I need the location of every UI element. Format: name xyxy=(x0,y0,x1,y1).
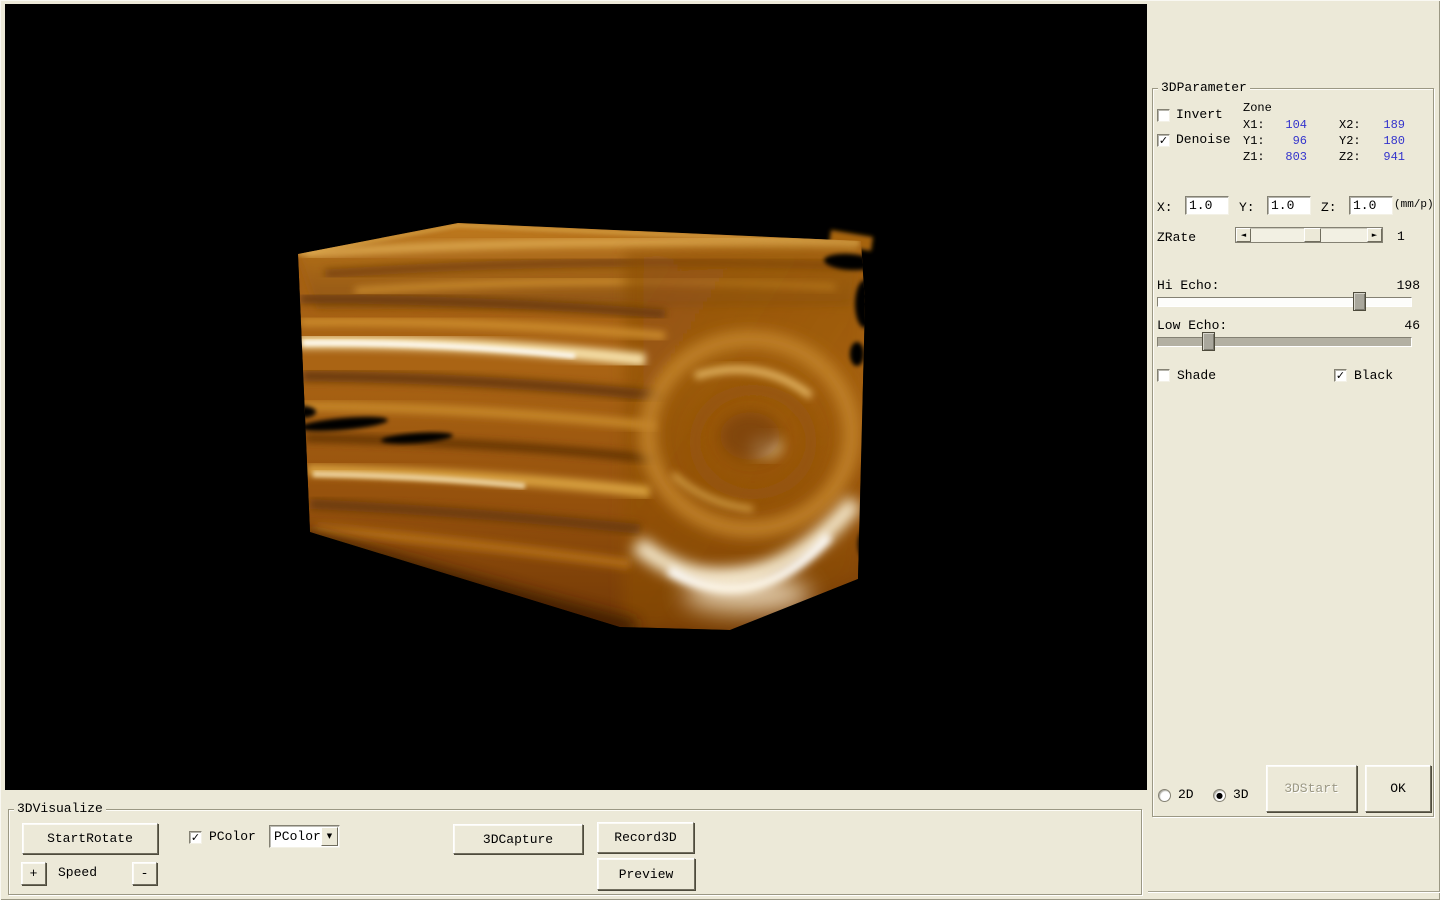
scroll-left-button[interactable]: ◄ xyxy=(1236,228,1251,242)
visualize-groupbox: 3DVisualize StartRotate + Speed - ✓ PCol… xyxy=(8,809,1142,895)
speed-minus-button[interactable]: - xyxy=(132,862,157,885)
render-viewport[interactable] xyxy=(5,4,1147,790)
zone-z1-label: Z1: xyxy=(1243,150,1265,164)
zrate-value: 1 xyxy=(1397,230,1405,244)
zone-x2-label: X2: xyxy=(1339,118,1361,132)
parameter-groupbox-title: 3DParameter xyxy=(1158,80,1250,95)
dropdown-arrow-button[interactable]: ▼ xyxy=(321,827,338,846)
panel-bottom-divider xyxy=(1148,891,1440,893)
hi-echo-slider-thumb[interactable] xyxy=(1353,292,1366,311)
hi-echo-slider-track[interactable] xyxy=(1157,297,1412,307)
zone-y2-label: Y2: xyxy=(1339,134,1361,148)
mode-2d-radio[interactable] xyxy=(1158,789,1171,802)
scroll-left-icon: ◄ xyxy=(1241,232,1246,239)
zrate-label: ZRate xyxy=(1157,231,1196,245)
z-scale-input[interactable] xyxy=(1349,196,1393,215)
radio-dot-icon: ● xyxy=(1216,792,1223,800)
z-scale-label: Z: xyxy=(1321,201,1337,215)
scroll-right-button[interactable]: ► xyxy=(1367,228,1382,242)
black-checkbox[interactable]: ✓ xyxy=(1334,369,1347,382)
record-3d-button[interactable]: Record3D xyxy=(597,822,694,853)
pcolor-label: PColor xyxy=(209,830,256,844)
low-echo-slider-thumb[interactable] xyxy=(1202,332,1215,351)
visualize-groupbox-title: 3DVisualize xyxy=(14,801,106,816)
parameter-groupbox: 3DParameter Invert ✓ Denoise Zone X1: 10… xyxy=(1152,88,1434,817)
start-rotate-button[interactable]: StartRotate xyxy=(22,823,158,854)
invert-label: Invert xyxy=(1176,108,1223,122)
denoise-checkbox[interactable]: ✓ xyxy=(1157,134,1170,147)
hi-echo-value: 198 xyxy=(1378,279,1420,293)
app-window: 3DParameter Invert ✓ Denoise Zone X1: 10… xyxy=(0,0,1440,900)
check-mark-icon: ✓ xyxy=(191,832,200,843)
x-scale-input[interactable] xyxy=(1185,196,1229,215)
check-mark-icon: ✓ xyxy=(1159,135,1168,146)
shade-label: Shade xyxy=(1177,369,1216,383)
ok-button[interactable]: OK xyxy=(1365,765,1431,812)
speed-plus-button[interactable]: + xyxy=(21,862,46,885)
invert-checkbox[interactable] xyxy=(1157,109,1170,122)
mode-3d-label: 3D xyxy=(1233,788,1249,802)
capture-3d-button[interactable]: 3DCapture xyxy=(453,824,583,854)
zone-x1-value: 104 xyxy=(1267,118,1307,132)
speed-label: Speed xyxy=(58,866,97,880)
zone-z2-value: 941 xyxy=(1363,150,1405,164)
dropdown-arrow-icon: ▼ xyxy=(327,833,332,840)
low-echo-value: 46 xyxy=(1378,319,1420,333)
scroll-right-icon: ► xyxy=(1372,232,1377,239)
scale-unit-label: (mm/p) xyxy=(1394,198,1434,212)
zone-x2-value: 189 xyxy=(1363,118,1405,132)
zone-z1-value: 803 xyxy=(1267,150,1307,164)
zone-title: Zone xyxy=(1243,101,1272,115)
volume-render-graphic xyxy=(5,4,1147,790)
zone-y2-value: 180 xyxy=(1363,134,1405,148)
zrate-scroll-thumb[interactable] xyxy=(1304,228,1321,242)
zone-z2-label: Z2: xyxy=(1339,150,1361,164)
denoise-label: Denoise xyxy=(1176,133,1231,147)
y-scale-label: Y: xyxy=(1239,201,1255,215)
check-mark-icon: ✓ xyxy=(1336,370,1345,381)
start-3d-button[interactable]: 3DStart xyxy=(1266,765,1357,812)
pcolor-select-value: PColor xyxy=(274,829,321,844)
y-scale-input[interactable] xyxy=(1267,196,1311,215)
preview-button[interactable]: Preview xyxy=(597,858,695,890)
x-scale-label: X: xyxy=(1157,201,1173,215)
zone-x1-label: X1: xyxy=(1243,118,1265,132)
zone-y1-value: 96 xyxy=(1267,134,1307,148)
pcolor-checkbox[interactable]: ✓ xyxy=(189,831,202,844)
mode-3d-radio[interactable]: ● xyxy=(1213,789,1226,802)
shade-checkbox[interactable] xyxy=(1157,369,1170,382)
low-echo-label: Low Echo: xyxy=(1157,319,1227,333)
zone-y1-label: Y1: xyxy=(1243,134,1265,148)
low-echo-slider-track[interactable] xyxy=(1157,337,1412,347)
pcolor-select[interactable]: PColor ▼ xyxy=(269,825,340,848)
hi-echo-label: Hi Echo: xyxy=(1157,279,1219,293)
black-label: Black xyxy=(1354,369,1393,383)
zrate-scrollbar[interactable]: ◄ ► xyxy=(1235,227,1383,243)
mode-2d-label: 2D xyxy=(1178,788,1194,802)
